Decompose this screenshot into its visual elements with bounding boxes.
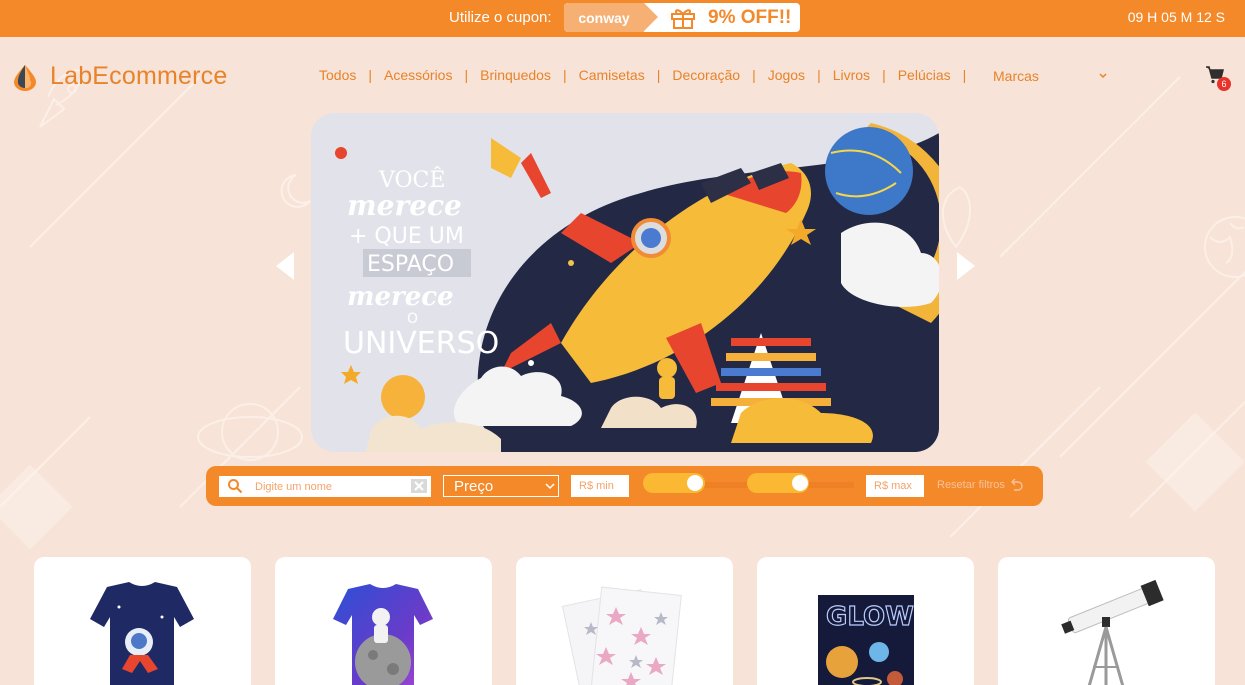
nav-separator: | bbox=[656, 67, 661, 83]
nav-separator: | bbox=[882, 67, 886, 83]
max-price-slider[interactable] bbox=[747, 473, 809, 493]
banner-word-3: + QUE UM bbox=[349, 224, 464, 249]
max-price-placeholder: R$ max bbox=[874, 480, 912, 492]
search-box bbox=[219, 476, 431, 497]
product-card[interactable] bbox=[275, 557, 492, 685]
coupon-label: Utilize o cupon: bbox=[449, 9, 552, 26]
nav-separator: | bbox=[962, 67, 967, 83]
reset-filters-label: Resetar filtros bbox=[937, 479, 1005, 491]
coupon-code: conway bbox=[564, 3, 644, 32]
svg-text:GLOW: GLOW bbox=[826, 602, 914, 632]
carousel-next-arrow-icon[interactable] bbox=[955, 250, 977, 282]
nav-item-pelucias[interactable]: Pelúcias bbox=[898, 67, 951, 83]
coupon-arrow bbox=[644, 3, 658, 31]
product-card[interactable] bbox=[516, 557, 733, 685]
nav-separator: | bbox=[752, 67, 756, 83]
product-card[interactable]: GLOW bbox=[757, 557, 974, 685]
min-price-placeholder: R$ min bbox=[579, 480, 614, 492]
min-price-slider[interactable] bbox=[643, 473, 705, 493]
discount-label: 9% OFF!! bbox=[708, 7, 792, 28]
sort-select-value: Preço bbox=[454, 477, 494, 495]
cart-count-badge: 6 bbox=[1217, 77, 1231, 91]
glow-planets-kit-icon: GLOW bbox=[818, 595, 914, 685]
telescope-icon bbox=[1061, 579, 1164, 685]
brands-select[interactable]: Marcas bbox=[993, 68, 1108, 84]
banner-word-6: O bbox=[407, 311, 418, 327]
hero-banner[interactable]: VOCÊ merece + QUE UM ESPAÇO merece O UNI… bbox=[311, 113, 939, 452]
banner-illustration: VOCÊ merece + QUE UM ESPAÇO merece O UNI… bbox=[311, 113, 939, 452]
search-input[interactable] bbox=[255, 480, 405, 493]
chevron-down-icon bbox=[1099, 73, 1107, 79]
nav-separator: | bbox=[817, 67, 821, 83]
product-card[interactable] bbox=[34, 557, 251, 685]
nav-item-livros[interactable]: Livros bbox=[833, 67, 870, 83]
nav-item-acessorios[interactable]: Acessórios bbox=[384, 67, 452, 83]
nav-item-camisetas[interactable]: Camisetas bbox=[579, 67, 645, 83]
star-stickers-icon bbox=[561, 586, 682, 685]
banner-word-2: merece bbox=[347, 189, 462, 222]
undo-icon bbox=[1010, 478, 1023, 491]
min-price-field[interactable]: R$ min bbox=[571, 475, 629, 497]
product-card[interactable] bbox=[998, 557, 1215, 685]
cart-button[interactable]: 6 bbox=[1206, 66, 1231, 91]
reset-filters-button[interactable]: Resetar filtros bbox=[937, 478, 1023, 492]
category-nav: Todos | Acessórios | Brinquedos | Camise… bbox=[319, 67, 978, 83]
coupon-bar: Utilize o cupon: conway 9% OFF!! 09 H 05… bbox=[0, 0, 1245, 37]
tshirt-navy-astronaut-icon bbox=[90, 582, 194, 685]
logo-text: LabEcommerce bbox=[50, 62, 228, 90]
carousel-prev-arrow-icon[interactable] bbox=[274, 250, 296, 282]
nav-item-decoracao[interactable]: Decoração bbox=[672, 67, 740, 83]
min-price-slider-handle[interactable] bbox=[687, 475, 703, 491]
max-price-field[interactable]: R$ max bbox=[866, 475, 924, 497]
filter-bar: Preço R$ min R$ max Resetar filtros bbox=[206, 466, 1043, 506]
search-icon bbox=[228, 479, 243, 494]
banner-word-5: merece bbox=[347, 282, 454, 312]
nav-item-jogos[interactable]: Jogos bbox=[768, 67, 805, 83]
coupon-ticket: conway 9% OFF!! bbox=[564, 3, 800, 32]
logo[interactable]: LabEcommerce bbox=[12, 62, 227, 91]
banner-word-4: ESPAÇO bbox=[367, 252, 454, 277]
nav-separator: | bbox=[562, 67, 567, 83]
nav-item-todos[interactable]: Todos bbox=[319, 67, 356, 83]
logo-icon bbox=[14, 64, 36, 91]
nav-separator: | bbox=[368, 67, 372, 83]
max-price-slider-handle[interactable] bbox=[792, 475, 808, 491]
nav-item-brinquedos[interactable]: Brinquedos bbox=[480, 67, 551, 83]
banner-word-7: UNIVERSO bbox=[343, 326, 499, 361]
nav-separator: | bbox=[464, 67, 469, 83]
gift-icon bbox=[671, 9, 695, 29]
countdown-timer: 09 H 05 M 12 S bbox=[1127, 9, 1225, 25]
brands-label: Marcas bbox=[993, 68, 1039, 84]
sort-select[interactable]: Preço bbox=[443, 475, 559, 497]
clear-search-icon[interactable] bbox=[411, 479, 427, 493]
chevron-down-icon bbox=[545, 483, 555, 490]
tshirt-galaxy-astronaut-icon bbox=[333, 584, 433, 685]
